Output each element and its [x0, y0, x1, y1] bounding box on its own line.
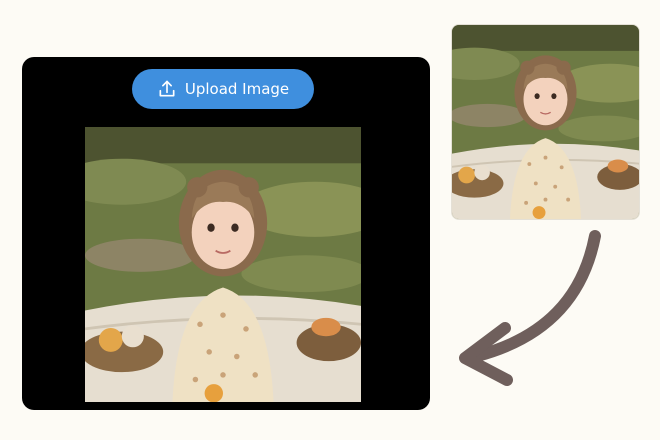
curved-arrow-left-icon [459, 230, 601, 386]
image-upload-panel: Upload Image [22, 57, 430, 410]
sample-image-thumbnail[interactable] [451, 24, 640, 220]
uploaded-image-preview [85, 127, 361, 402]
upload-button-label: Upload Image [184, 80, 290, 98]
photo-girl-picnic [85, 127, 361, 402]
upload-image-button[interactable]: Upload Image [132, 69, 314, 109]
photo-girl-picnic-thumbnail [452, 25, 639, 219]
upload-icon [159, 80, 175, 97]
